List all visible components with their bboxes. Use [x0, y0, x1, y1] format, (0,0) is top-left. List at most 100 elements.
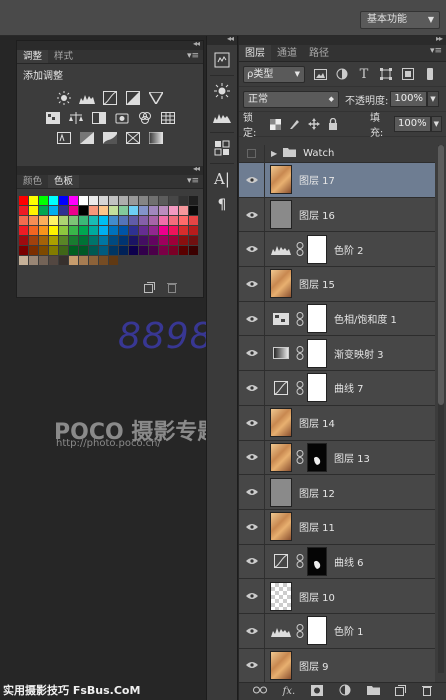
layer-thumbnail[interactable]	[270, 269, 292, 299]
layer-thumbnail[interactable]	[270, 200, 292, 230]
swatch-cell[interactable]	[129, 196, 139, 206]
swatch-cell[interactable]	[49, 236, 59, 246]
eye-icon[interactable]	[239, 475, 265, 509]
swatch-cell[interactable]	[109, 256, 119, 266]
swatch-cell[interactable]	[119, 196, 129, 206]
lock-transparent-icon[interactable]	[269, 117, 282, 131]
swatch-cell[interactable]	[119, 246, 129, 256]
swatch-cell[interactable]	[19, 256, 29, 266]
color-lookup-icon[interactable]	[160, 111, 176, 125]
curves-icon[interactable]	[270, 373, 292, 402]
swatch-cell[interactable]	[59, 236, 69, 246]
tab-styles[interactable]: 样式	[48, 50, 79, 63]
layer-row[interactable]: 色阶 2	[239, 232, 435, 268]
layer-mask-thumbnail[interactable]	[307, 304, 327, 334]
layers-drag-strip[interactable]: ▸▸	[239, 34, 446, 45]
layer-row[interactable]: 图层 12	[239, 475, 435, 510]
layer-row[interactable]: 曲线 7	[239, 371, 435, 406]
swatch-cell[interactable]	[49, 256, 59, 266]
swatch-cell[interactable]	[19, 196, 29, 206]
adjustment-filter-icon[interactable]	[335, 67, 349, 81]
swatch-cell[interactable]	[169, 226, 179, 236]
eye-icon[interactable]	[239, 544, 265, 579]
panel-menu-icon[interactable]: ▾≡	[187, 176, 199, 186]
panel-menu-icon[interactable]: ▾≡	[187, 51, 199, 61]
dock-drag-strip[interactable]: ◂◂	[207, 34, 237, 45]
swatch-cell[interactable]	[139, 236, 149, 246]
swatch-cell[interactable]	[49, 226, 59, 236]
swatch-cell[interactable]	[39, 236, 49, 246]
swatch-cell[interactable]	[29, 246, 39, 256]
tab-layers[interactable]: 图层	[239, 45, 271, 61]
swatch-cell[interactable]	[139, 216, 149, 226]
workspace-switcher[interactable]: 基本功能 ▼	[360, 11, 440, 29]
filter-toggle-icon[interactable]	[423, 67, 437, 81]
swatch-cell[interactable]	[29, 256, 39, 266]
filter-kind-select[interactable]: ρ类型 ▼	[243, 65, 305, 83]
levels-dock-icon[interactable]	[211, 106, 233, 128]
collapse-icon[interactable]: ◂◂	[193, 164, 200, 173]
swatch-cell[interactable]	[89, 206, 99, 216]
layer-mask-thumbnail[interactable]	[307, 234, 327, 264]
swatch-cell[interactable]	[19, 216, 29, 226]
swatch-cell[interactable]	[149, 246, 159, 256]
opacity-field[interactable]: 100%	[390, 91, 427, 107]
swatch-cell[interactable]	[39, 196, 49, 206]
mask-link-icon[interactable]	[295, 450, 305, 465]
swatch-cell[interactable]	[89, 226, 99, 236]
swatch-cell[interactable]	[69, 216, 79, 226]
swatch-cell[interactable]	[69, 246, 79, 256]
swatch-cell[interactable]	[29, 196, 39, 206]
tab-adjustments[interactable]: 调整	[17, 50, 49, 63]
scrollbar-thumb[interactable]	[438, 145, 444, 405]
adjustment-icon[interactable]	[339, 684, 351, 699]
lock-position-icon[interactable]	[308, 117, 321, 131]
levels-icon[interactable]	[270, 616, 292, 645]
new-layer-icon[interactable]	[395, 684, 407, 699]
swatch-cell[interactable]	[159, 206, 169, 216]
expand-arrow-icon[interactable]: ▶	[271, 149, 277, 158]
swatch-cell[interactable]	[129, 226, 139, 236]
swatch-cell[interactable]	[159, 246, 169, 256]
swatch-cell[interactable]	[149, 226, 159, 236]
visibility-toggle-off[interactable]	[239, 144, 265, 163]
layer-thumbnail[interactable]	[270, 165, 292, 195]
vibrance-icon[interactable]	[148, 91, 164, 105]
swatch-cell[interactable]	[59, 206, 69, 216]
swatch-cell[interactable]	[39, 256, 49, 266]
eye-icon[interactable]	[239, 579, 265, 613]
swatch-cell[interactable]	[119, 226, 129, 236]
swatch-cell[interactable]	[139, 226, 149, 236]
layer-thumbnail[interactable]	[270, 581, 292, 611]
folder-icon[interactable]	[366, 685, 380, 698]
swatch-cell[interactable]	[119, 236, 129, 246]
properties-icon[interactable]	[211, 137, 233, 159]
selective-color-icon[interactable]	[125, 131, 141, 145]
lock-pixels-icon[interactable]	[288, 117, 301, 131]
swatch-cell[interactable]	[59, 246, 69, 256]
swatch-cell[interactable]	[49, 196, 59, 206]
swatch-cell[interactable]	[69, 206, 79, 216]
swatch-cell[interactable]	[189, 206, 199, 216]
paragraph-icon[interactable]: ¶	[211, 194, 233, 216]
mask-link-icon[interactable]	[295, 554, 305, 569]
swatch-cell[interactable]	[39, 206, 49, 216]
eye-icon[interactable]	[239, 301, 265, 336]
swatch-cell[interactable]	[79, 216, 89, 226]
huesat-icon[interactable]	[270, 304, 292, 333]
character-icon[interactable]: A|	[211, 168, 233, 190]
swatch-cell[interactable]	[69, 236, 79, 246]
curves-icon[interactable]	[270, 547, 292, 576]
swatch-cell[interactable]	[149, 236, 159, 246]
pixel-filter-icon[interactable]	[313, 67, 327, 81]
brightness-dock-icon[interactable]	[211, 80, 233, 102]
swatch-cell[interactable]	[69, 256, 79, 266]
swatch-cell[interactable]	[179, 216, 189, 226]
trash-icon[interactable]	[422, 685, 433, 699]
swatch-cell[interactable]	[89, 216, 99, 226]
new-swatch-icon[interactable]	[144, 282, 155, 296]
swatch-cell[interactable]	[169, 216, 179, 226]
swatch-cell[interactable]	[39, 226, 49, 236]
swatch-cell[interactable]	[89, 236, 99, 246]
levels-icon[interactable]	[79, 91, 95, 105]
